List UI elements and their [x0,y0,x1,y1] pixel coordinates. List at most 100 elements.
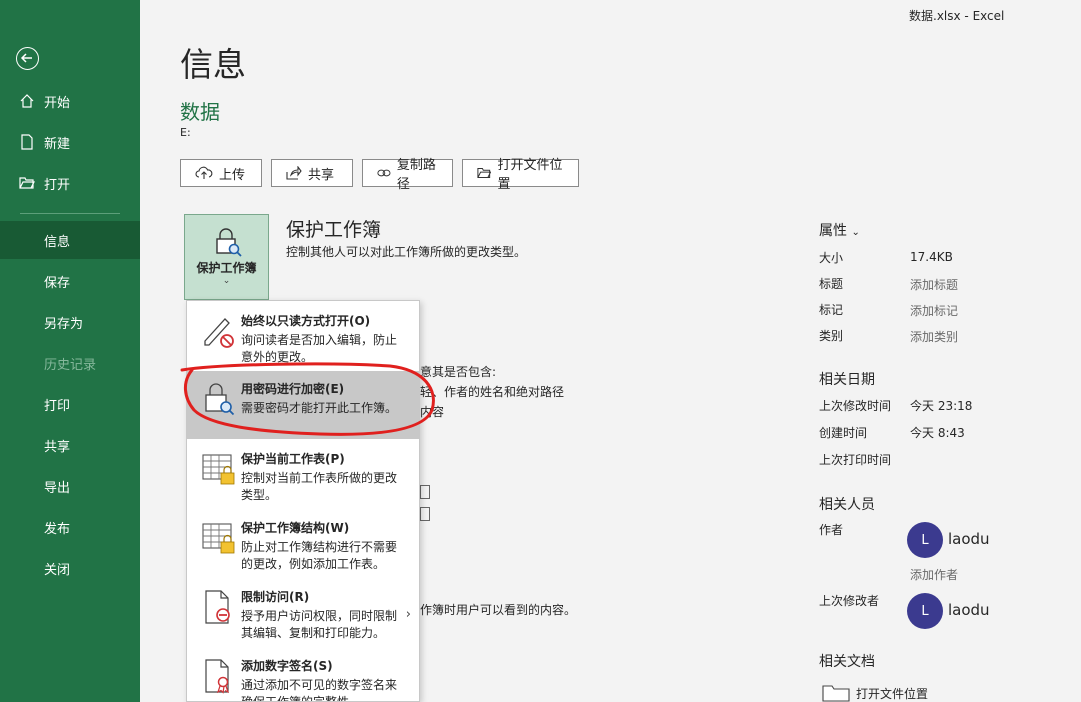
properties-title: 属性 [819,223,847,239]
prop-label-title: 标题 [819,277,844,291]
link-icon [377,169,391,177]
sidebar-item-save-as[interactable]: 另存为 [0,303,140,341]
menu-item-title: 保护当前工作表(P) [241,452,345,466]
sidebar-item-print[interactable]: 打印 [0,385,140,423]
add-author-link[interactable]: 添加作者 [910,566,958,583]
sidebar-item-label: 关闭 [44,562,71,578]
folder-open-icon [18,174,36,192]
sidebar-item-publish[interactable]: 发布 [0,508,140,546]
inspect-text: 内容 [420,405,445,419]
lock-search-icon [205,383,235,416]
menu-item-description: 控制对当前工作表所做的更改类型。 [241,471,398,502]
sidebar-item-new[interactable]: 新建 [0,123,140,161]
chevron-right-icon: › [405,607,411,622]
last-modified-by-label: 上次修改者 [819,594,880,608]
sidebar-item-open[interactable]: 打开 [0,164,140,202]
sidebar-item-save[interactable]: 保存 [0,262,140,300]
share-icon [286,166,302,180]
window-title: 数据.xlsx - Excel [909,9,1005,23]
menu-item-description: 通过添加不可见的数字签名来确保工作簿的完整性 [241,678,398,702]
related-dates-heading: 相关日期 [819,372,875,388]
browser-view-text: 作簿时用户可以看到的内容。 [420,603,577,617]
open-file-location-link[interactable]: 打开文件位置 [822,684,928,702]
button-label: 复制路径 [396,158,436,192]
workbook-structure-lock-icon [202,523,235,554]
sidebar-item-label: 共享 [44,439,71,455]
inspect-text: 轻、作者的姓名和绝对路径 [420,385,565,399]
prop-value-modified: 今天 23:18 [910,399,973,413]
protect-workbook-button[interactable]: 保护工作簿 ⌄ [184,214,269,300]
menu-item-description: 授予用户访问权限，同时限制其编辑、复制和打印能力。 [241,609,398,640]
home-icon [18,92,36,110]
menu-item-encrypt-password[interactable]: 用密码进行加密(E) 需要密码才能打开此工作簿。 [187,371,419,439]
related-documents-heading: 相关文档 [819,654,875,670]
copy-path-button[interactable]: 复制路径 [362,158,453,192]
menu-item-description: 需要密码才能打开此工作簿。 [241,401,398,415]
back-arrow-icon[interactable] [16,47,39,70]
share-button[interactable]: 共享 [271,159,353,187]
author-name[interactable]: laodu [948,530,990,548]
sheet-lock-icon [202,454,235,485]
menu-item-description: 询问读者是否加入编辑，防止意外的更改。 [241,333,398,364]
info-action-buttons: 上传 共享 复制路径 打开文件位置 [180,158,579,192]
prop-value-created: 今天 8:43 [910,426,965,440]
sidebar-item-label: 历史记录 [44,357,97,373]
sidebar-item-export[interactable]: 导出 [0,467,140,505]
menu-item-title: 添加数字签名(S) [241,659,333,673]
protect-workbook-description: 控制其他人可以对此工作簿所做的更改类型。 [286,245,527,259]
signature-ribbon-icon [205,659,230,694]
prop-label-size: 大小 [819,251,844,265]
prop-value-title[interactable]: 添加标题 [910,276,958,293]
new-document-icon [18,133,36,151]
folder-open-icon [477,167,492,179]
sidebar-item-label: 信息 [44,234,71,250]
menu-item-protect-structure[interactable]: 保护工作簿结构(W) 防止对工作簿结构进行不需要的更改，例如添加工作表。 [187,510,419,578]
related-people-heading: 相关人员 [819,497,875,513]
document-restrict-icon [205,590,230,624]
prop-label-category: 类别 [819,329,844,343]
sidebar-item-label: 保存 [44,275,71,291]
prop-label-created: 创建时间 [819,426,868,440]
button-label: 共享 [308,167,335,183]
sidebar-item-close[interactable]: 关闭 [0,549,140,587]
folder-icon [822,685,850,702]
partial-control [420,507,430,521]
protect-workbook-label: 保护工作簿 [196,261,257,275]
sidebar-item-label: 开始 [44,95,71,111]
menu-item-title: 限制访问(R) [241,590,310,604]
backstage-sidebar: 开始 新建 打开 信息 保存 另存为 历史记录 打印 共享 导出 发布 关闭 [0,0,140,702]
sidebar-item-label: 打印 [44,398,71,414]
sidebar-item-label: 打开 [44,177,71,193]
sidebar-item-home[interactable]: 开始 [0,82,140,120]
cloud-upload-icon [195,166,213,179]
open-file-location-button[interactable]: 打开文件位置 [462,158,579,192]
prop-value-size: 17.4KB [910,250,953,264]
sidebar-item-share[interactable]: 共享 [0,426,140,464]
prop-value-category[interactable]: 添加类别 [910,328,958,345]
avatar[interactable]: L [907,593,943,629]
protect-workbook-heading: 保护工作簿 [286,219,382,241]
lock-search-icon [215,228,242,257]
chevron-down-icon: ⌄ [222,276,231,286]
prop-value-tags[interactable]: 添加标记 [910,302,958,319]
sidebar-item-info[interactable]: 信息 [0,221,140,259]
pencil-prohibit-icon [204,318,234,348]
menu-item-title: 保护工作簿结构(W) [241,521,350,535]
protect-workbook-menu: 始终以只读方式打开(O) 询问读者是否加入编辑，防止意外的更改。 用密码进行加密… [186,300,420,702]
menu-item-read-only[interactable]: 始终以只读方式打开(O) 询问读者是否加入编辑，防止意外的更改。 [187,303,419,371]
properties-heading[interactable]: 属性 ⌄ [819,220,860,240]
avatar[interactable]: L [907,522,943,558]
sidebar-item-history: 历史记录 [0,344,140,382]
upload-button[interactable]: 上传 [180,159,262,187]
sidebar-item-label: 新建 [44,136,71,152]
sidebar-divider [20,213,120,214]
prop-label-modified: 上次修改时间 [819,399,892,413]
menu-item-restrict-access[interactable]: 限制访问(R) 授予用户访问权限，同时限制其编辑、复制和打印能力。 › [187,579,419,647]
document-path: E: [180,126,191,139]
menu-item-digital-signature[interactable]: 添加数字签名(S) 通过添加不可见的数字签名来确保工作簿的完整性 [187,648,419,702]
partial-control [420,485,430,499]
menu-item-protect-sheet[interactable]: 保护当前工作表(P) 控制对当前工作表所做的更改类型。 [187,441,419,509]
button-label: 上传 [219,167,246,183]
modifier-name[interactable]: laodu [948,601,990,619]
prop-label-printed: 上次打印时间 [819,453,892,467]
